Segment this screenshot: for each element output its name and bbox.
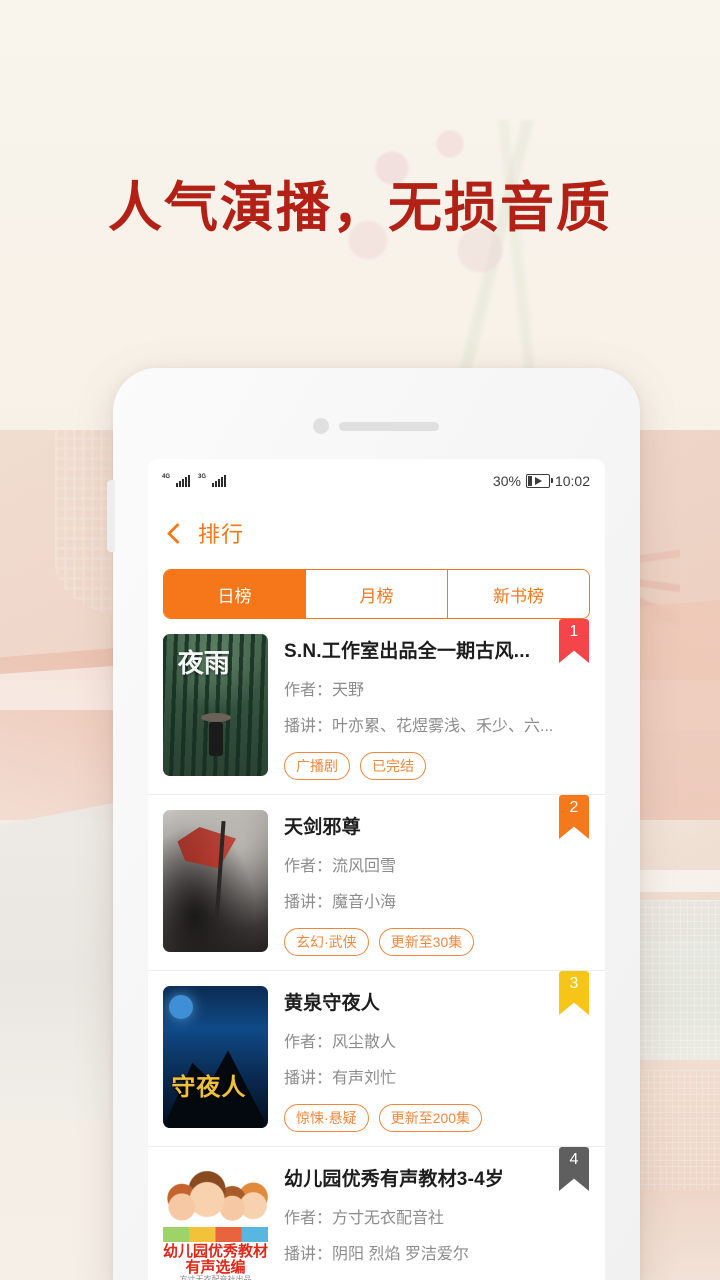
front-camera-icon [313, 418, 329, 434]
book-cover-image [163, 810, 268, 952]
signal-bars-sim2-icon: 3G [198, 474, 226, 487]
book-title: 天剑邪尊 [284, 817, 361, 838]
book-title: S.N.工作室出品全一期古风... [284, 641, 531, 662]
book-tags: 惊悚·悬疑 更新至200集 [284, 1104, 590, 1132]
battery-percent-label: 30% [492, 473, 521, 489]
list-item[interactable]: 夜雨 S.N.工作室出品全一期古风... 作者：天野 播讲：叶亦累、花煜雾浅、禾… [148, 619, 605, 795]
book-title: 幼儿园优秀有声教材3-4岁 [284, 1169, 505, 1190]
network-type-sim2: 3G [198, 474, 207, 480]
book-info: S.N.工作室出品全一期古风... 作者：天野 播讲：叶亦累、花煜雾浅、禾少、六… [284, 634, 590, 780]
network-type-sim1: 4G [162, 474, 171, 480]
promo-screenshot: 人气演播，无损音质 4G 3G 30% 10:02 排行 日榜 月榜 新书榜 夜… [0, 0, 720, 1280]
book-tag-status[interactable]: 已完结 [360, 752, 426, 780]
book-author: 作者：流风回雪 [284, 858, 397, 875]
status-bar-right: 30% 10:02 [493, 473, 590, 489]
earpiece-speaker [339, 422, 439, 431]
book-narrator: 播讲：魔音小海 [284, 894, 397, 911]
battery-charging-icon [525, 474, 553, 488]
book-cover-image: 夜雨 [163, 634, 268, 776]
book-tag-category[interactable]: 广播剧 [284, 752, 350, 780]
promo-headline: 人气演播，无损音质 [108, 176, 612, 239]
book-author: 作者：风尘散人 [284, 1034, 397, 1051]
volume-button [107, 480, 115, 552]
ranking-list: 夜雨 S.N.工作室出品全一期古风... 作者：天野 播讲：叶亦累、花煜雾浅、禾… [148, 619, 605, 1280]
book-info: 幼儿园优秀有声教材3-4岁 作者：方寸无衣配音社 播讲：阴阳 烈焰 罗洁爱尔 [284, 1162, 590, 1280]
tab-daily[interactable]: 日榜 [164, 570, 306, 618]
book-tags: 玄幻·武侠 更新至30集 [284, 928, 590, 956]
tab-new-books[interactable]: 新书榜 [448, 570, 589, 618]
book-info: 黄泉守夜人 作者：风尘散人 播讲：有声刘忙 惊悚·悬疑 更新至200集 [284, 986, 590, 1132]
tab-monthly[interactable]: 月榜 [306, 570, 448, 618]
phone-screen: 4G 3G 30% 10:02 排行 日榜 月榜 新书榜 夜雨 S.N.工作室出… [148, 459, 605, 1280]
book-tag-category[interactable]: 惊悚·悬疑 [284, 1104, 369, 1132]
cover-subtitle-text: 方寸无衣配音社出品 [179, 1275, 252, 1280]
book-tag-status[interactable]: 更新至200集 [378, 1104, 483, 1132]
cover-title-text: 夜雨 [177, 647, 230, 678]
clock-label: 10:02 [554, 473, 590, 489]
list-item[interactable]: 幼儿园优秀教材 有声选编 方寸无衣配音社出品 幼儿园优秀有声教材3-4岁 作者：方… [148, 1147, 605, 1280]
book-author: 作者：方寸无衣配音社 [284, 1210, 445, 1227]
cover-title-text: 守夜人 [171, 1074, 247, 1102]
status-bar: 4G 3G 30% 10:02 [148, 459, 605, 503]
cover-title-text: 幼儿园优秀教材 有声选编 [163, 1243, 268, 1277]
list-item[interactable]: 守夜人 黄泉守夜人 作者：风尘散人 播讲：有声刘忙 惊悚·悬疑 更新至200集 … [148, 971, 605, 1147]
book-info: 天剑邪尊 作者：流风回雪 播讲：魔音小海 玄幻·武侠 更新至30集 [284, 810, 590, 956]
book-narrator: 播讲：叶亦累、花煜雾浅、禾少、六... [284, 718, 554, 735]
page-title: 排行 [198, 522, 245, 547]
book-tag-status[interactable]: 更新至30集 [378, 928, 475, 956]
status-bar-left: 4G 3G [162, 474, 226, 487]
book-cover-image: 守夜人 [163, 986, 268, 1128]
book-tags: 广播剧 已完结 [284, 752, 590, 780]
phone-mockup: 4G 3G 30% 10:02 排行 日榜 月榜 新书榜 夜雨 S.N.工作室出… [107, 368, 640, 1280]
chevron-left-icon[interactable] [164, 523, 184, 543]
app-header: 排行 [148, 503, 605, 563]
book-tag-category[interactable]: 玄幻·武侠 [284, 928, 369, 956]
book-cover-image: 幼儿园优秀教材 有声选编 方寸无衣配音社出品 [163, 1162, 268, 1280]
book-narrator: 播讲：阴阳 烈焰 罗洁爱尔 [284, 1246, 469, 1263]
list-item[interactable]: 天剑邪尊 作者：流风回雪 播讲：魔音小海 玄幻·武侠 更新至30集 2 [148, 795, 605, 971]
rank-tabs: 日榜 月榜 新书榜 [163, 569, 590, 619]
book-author: 作者：天野 [284, 682, 365, 699]
book-narrator: 播讲：有声刘忙 [284, 1070, 397, 1087]
book-title: 黄泉守夜人 [284, 993, 381, 1014]
signal-bars-sim1-icon: 4G [162, 474, 190, 487]
